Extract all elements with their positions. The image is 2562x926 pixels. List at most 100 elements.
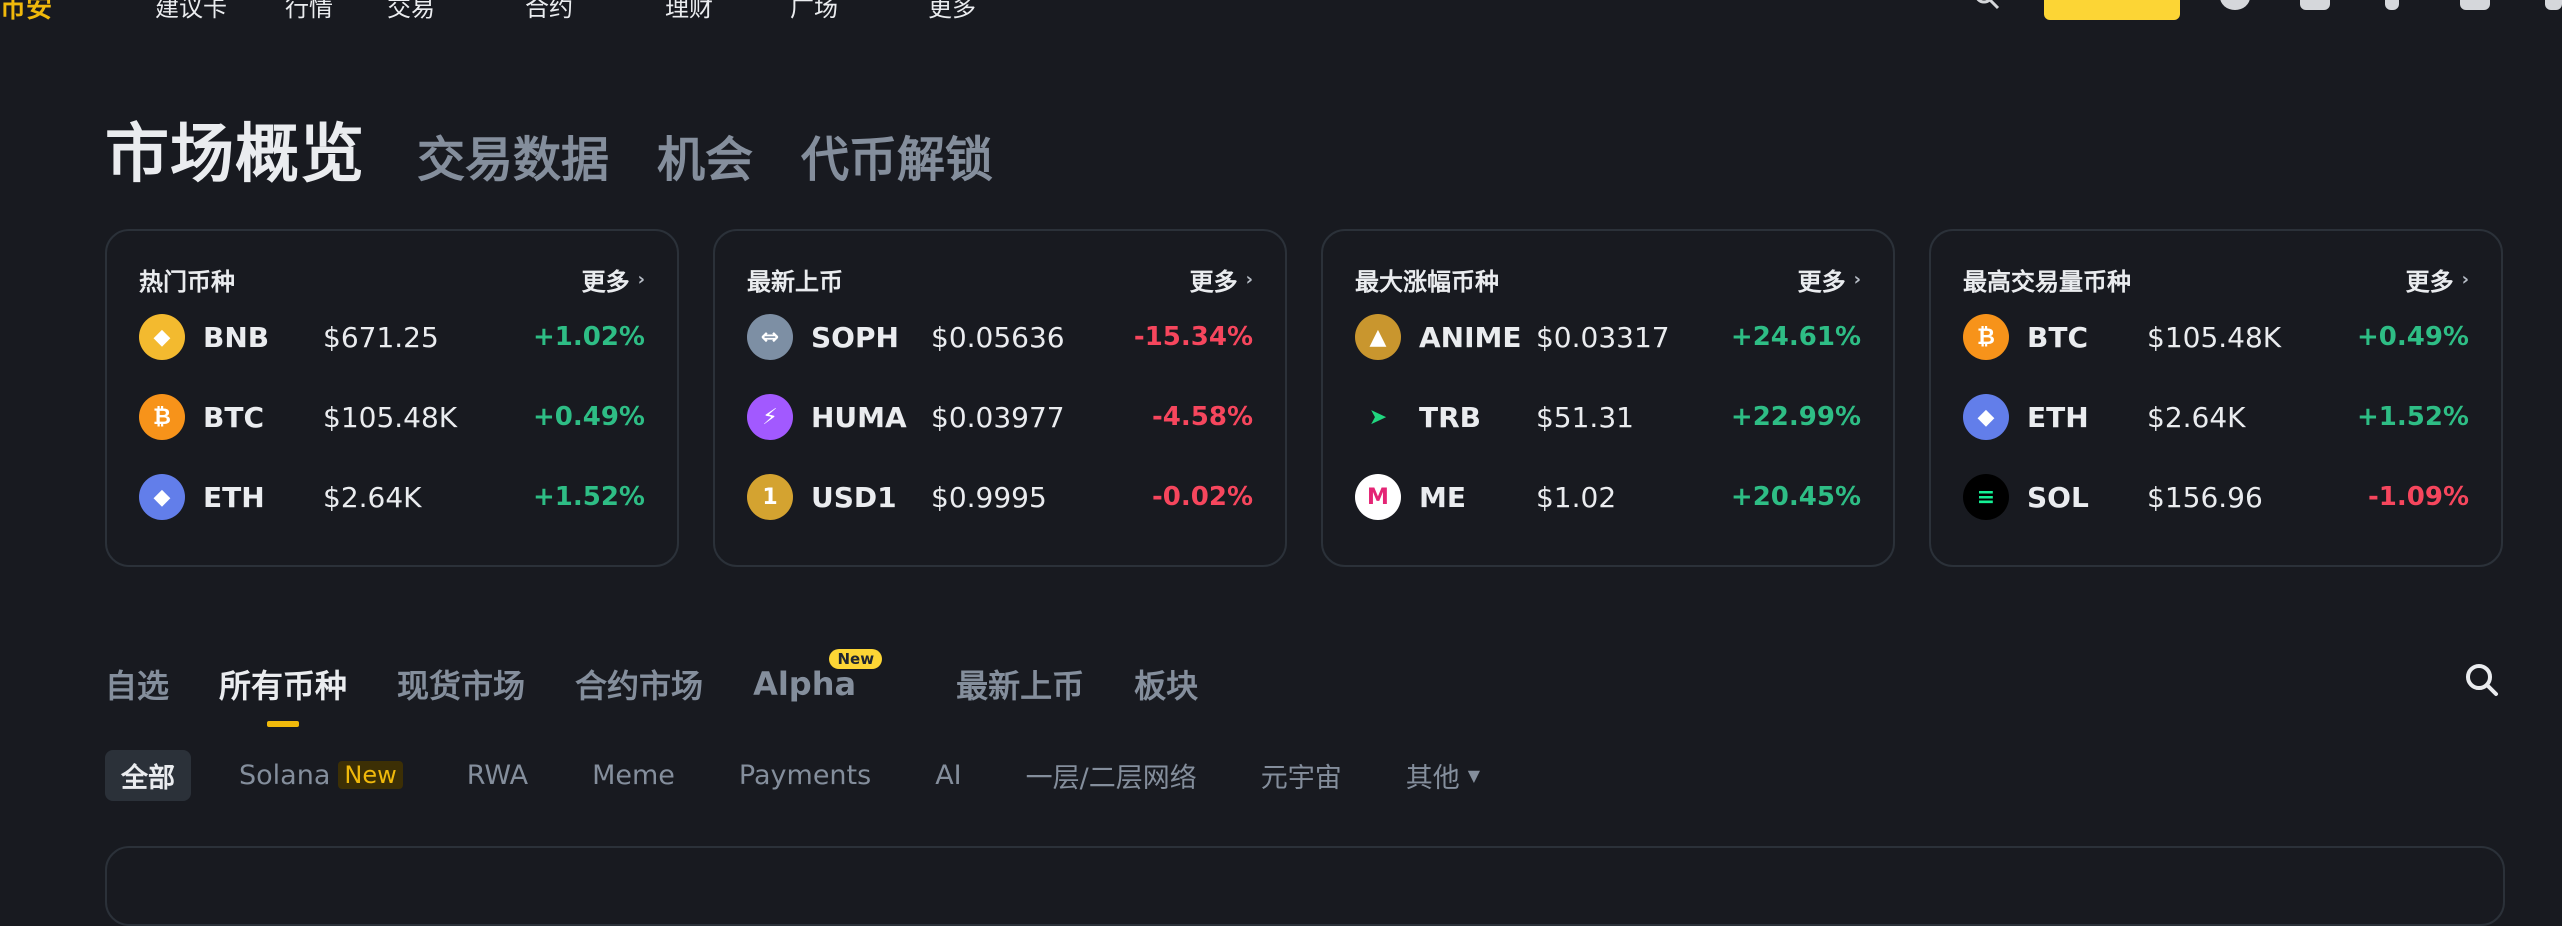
coin-row[interactable]: ₿ BTC $105.48K +0.49% xyxy=(139,377,645,457)
chevron-right-icon: › xyxy=(1245,268,1253,290)
nav-item[interactable]: 行情 xyxy=(285,0,333,23)
coin-symbol: BNB xyxy=(203,320,270,354)
tab-favorites[interactable]: 自选 xyxy=(105,661,169,707)
account-icon[interactable] xyxy=(2220,0,2250,10)
new-badge: New xyxy=(829,649,883,669)
more-link[interactable]: 更多 › xyxy=(1190,262,1253,297)
btc-icon: ₿ xyxy=(1963,314,2009,360)
coin-change: +0.49% xyxy=(533,402,645,432)
more-link[interactable]: 更多 › xyxy=(2406,262,2469,297)
coin-row[interactable]: M ME $1.02 +20.45% xyxy=(1355,457,1861,537)
card-title: 最大涨幅币种 xyxy=(1355,267,1499,296)
tab-trading-data[interactable]: 交易数据 xyxy=(417,120,609,190)
caret-down-icon: ▼ xyxy=(1467,765,1481,785)
coin-row[interactable]: ◆ ETH $2.64K +1.52% xyxy=(139,457,645,537)
nav-item[interactable]: 理财 xyxy=(665,0,713,23)
chip-meme[interactable]: Meme xyxy=(592,760,675,791)
tab-futures-market[interactable]: 合约市场 xyxy=(575,661,703,707)
wallet-icon[interactable] xyxy=(2300,0,2330,10)
coin-change: -15.34% xyxy=(1133,322,1253,352)
coin-change: +1.02% xyxy=(533,322,645,352)
coin-row[interactable]: ◆ BNB $671.25 +1.02% xyxy=(139,297,645,377)
coin-change: -1.09% xyxy=(2368,482,2469,512)
coin-symbol: SOPH xyxy=(811,320,899,354)
eth-icon: ◆ xyxy=(1963,394,2009,440)
coin-symbol: BTC xyxy=(203,400,264,434)
coin-price: $2.64K xyxy=(2147,400,2246,434)
card-new-listings: 最新上币 更多 › ⇔ SOPH $0.05636 -15.34% ⚡ HUMA $0.039… xyxy=(713,229,1287,567)
coin-change: +1.52% xyxy=(533,482,645,512)
coin-price: $51.31 xyxy=(1535,400,1634,434)
coin-price: $0.05636 xyxy=(931,320,1065,354)
coin-symbol: TRB xyxy=(1419,400,1482,434)
card-title: 热门币种 xyxy=(139,267,235,296)
coin-row[interactable]: ◆ ETH $2.64K +1.52% xyxy=(1963,377,2469,457)
more-link[interactable]: 更多 › xyxy=(1798,262,1861,297)
coin-price: $156.96 xyxy=(2147,480,2263,514)
search-icon[interactable] xyxy=(1972,0,2002,10)
chip-metaverse[interactable]: 元宇宙 xyxy=(1261,756,1342,795)
tab-new-listings[interactable]: 最新上币 xyxy=(956,661,1084,707)
tab-spot-market[interactable]: 现货市场 xyxy=(397,661,525,707)
chip-solana[interactable]: Solana New xyxy=(239,760,403,791)
anime-icon: ▲ xyxy=(1355,314,1401,360)
tab-opportunities[interactable]: 机会 xyxy=(657,120,753,190)
coin-price: $1.02 xyxy=(1535,480,1617,514)
coin-row[interactable]: ≡ SOL $156.96 -1.09% xyxy=(1963,457,2469,537)
chip-payments[interactable]: Payments xyxy=(739,760,871,791)
tab-sectors[interactable]: 板块 xyxy=(1134,661,1198,707)
card-top-gainers: 最大涨幅币种 更多 › ▲ ANIME $0.03317 +24.61% ➤ TRB $51.… xyxy=(1321,229,1895,567)
market-table xyxy=(105,846,2505,926)
chevron-right-icon: › xyxy=(1853,268,1861,290)
coin-row[interactable]: 1 USD1 $0.9995 -0.02% xyxy=(747,457,1253,537)
chip-ai[interactable]: AI xyxy=(935,760,961,791)
page-header-tabs: 市场概览 交易数据 机会 代币解锁 xyxy=(105,103,1041,195)
coin-row[interactable]: ➤ TRB $51.31 +22.99% xyxy=(1355,377,1861,457)
coin-row[interactable]: ▲ ANIME $0.03317 +24.61% xyxy=(1355,297,1861,377)
coin-symbol: HUMA xyxy=(811,400,907,434)
more-link[interactable]: 更多 › xyxy=(582,262,645,297)
coin-symbol: ETH xyxy=(2027,400,2089,434)
search-icon[interactable] xyxy=(2462,660,2502,700)
card-title: 最新上币 xyxy=(747,267,843,296)
logo[interactable]: 币安 xyxy=(0,0,52,25)
coin-row[interactable]: ⇔ SOPH $0.05636 -15.34% xyxy=(747,297,1253,377)
notification-icon[interactable] xyxy=(2385,0,2399,10)
coin-row[interactable]: ₿ BTC $105.48K +0.49% xyxy=(1963,297,2469,377)
chip-all[interactable]: 全部 xyxy=(105,749,191,801)
card-top-volume: 最高交易量币种 更多 › ₿ BTC $105.48K +0.49% ◆ ETH $2.64K… xyxy=(1929,229,2503,567)
nav-item[interactable]: 更多 xyxy=(928,0,976,23)
market-tabs: 自选 所有币种 现货市场 合约市场 Alpha New 最新上币 板块 xyxy=(105,649,1248,714)
coin-change: +24.61% xyxy=(1730,322,1861,352)
page-title[interactable]: 市场概览 xyxy=(105,103,365,195)
soph-icon: ⇔ xyxy=(747,314,793,360)
menu-icon[interactable] xyxy=(2460,0,2490,10)
overview-cards: 热门币种 更多 › ◆ BNB $671.25 +1.02% ₿ BTC $105.48K +0… xyxy=(105,229,2503,567)
tab-alpha[interactable]: Alpha New xyxy=(753,649,883,703)
coin-symbol: USD1 xyxy=(811,480,897,514)
coin-row[interactable]: ⚡ HUMA $0.03977 -4.58% xyxy=(747,377,1253,457)
tab-token-unlock[interactable]: 代币解锁 xyxy=(801,120,993,190)
nav-item[interactable]: 广场 xyxy=(790,0,838,23)
tab-all-coins[interactable]: 所有币种 xyxy=(219,661,347,707)
chip-others[interactable]: 其他 ▼ xyxy=(1406,756,1480,795)
coin-price: $105.48K xyxy=(2147,320,2282,354)
coin-change: -4.58% xyxy=(1152,402,1253,432)
nav-item[interactable]: 合约 xyxy=(525,0,573,23)
huma-icon: ⚡ xyxy=(747,394,793,440)
nav-item[interactable]: 建议卡 xyxy=(155,0,227,23)
nav-item[interactable]: 交易 xyxy=(387,0,435,23)
chevron-right-icon: › xyxy=(637,268,645,290)
coin-change: +20.45% xyxy=(1730,482,1861,512)
coin-change: +1.52% xyxy=(2357,402,2469,432)
card-hot-coins: 热门币种 更多 › ◆ BNB $671.25 +1.02% ₿ BTC $105.48K +0… xyxy=(105,229,679,567)
chip-layer1-layer2[interactable]: 一层/二层网络 xyxy=(1026,756,1197,795)
category-filters: 全部 Solana New RWA Meme Payments AI 一层/二层网… xyxy=(105,749,1544,801)
chip-rwa[interactable]: RWA xyxy=(467,760,528,791)
coin-change: +22.99% xyxy=(1730,402,1861,432)
register-button[interactable] xyxy=(2044,0,2180,20)
coin-price: $0.9995 xyxy=(931,480,1047,514)
trb-icon: ➤ xyxy=(1368,404,1388,430)
settings-icon[interactable] xyxy=(2545,0,2562,10)
coin-symbol: ME xyxy=(1419,480,1466,514)
